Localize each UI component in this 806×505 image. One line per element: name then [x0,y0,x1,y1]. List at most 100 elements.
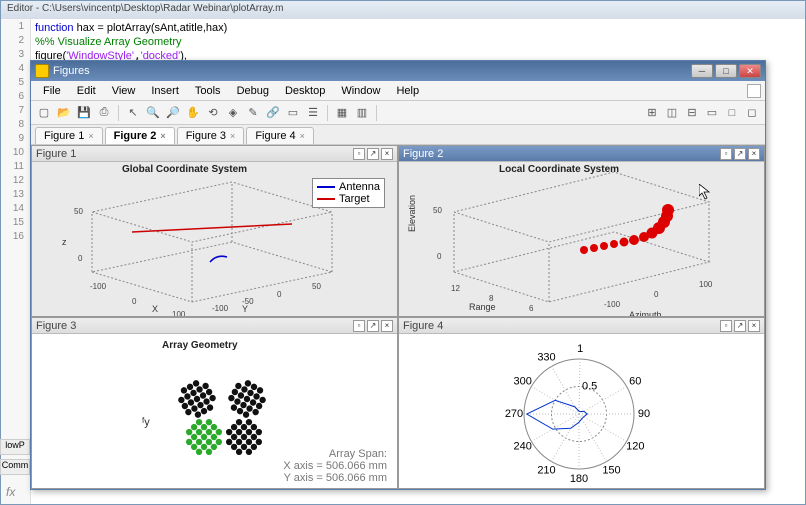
svg-text:180: 180 [570,473,588,485]
minall-icon[interactable]: ▭ [703,104,721,122]
line-number: 15 [1,217,30,231]
line-number: 7 [1,105,30,119]
grid1-icon[interactable]: ▦ [333,104,351,122]
line-number: 11 [1,161,30,175]
editor-gutter: 12345678910111213141516 [1,19,31,504]
tab-label: Figure 1 [44,130,84,142]
figure1-pane: Figure 1 ▫ ↗ × Global Coordinate System [31,145,398,317]
tab-label: Figure 2 [114,130,157,142]
command-window-tab[interactable]: Comm [0,459,30,475]
figure3-pane: Figure 3 ▫ ↗ × Array Geometry fy Array S… [31,317,398,489]
figures-titlebar[interactable]: Figures ─ □ ✕ [31,61,765,81]
zoom-in-icon[interactable]: 🔍 [144,104,162,122]
array-span-info: Array Span: X axis = 506.066 mm Y axis =… [283,448,387,484]
figure3-undock-button[interactable]: ↗ [367,320,379,332]
figure1-xlabel: X [152,304,158,314]
figure2-min-button[interactable]: ▫ [720,148,732,160]
tab-close-icon[interactable]: × [230,131,235,141]
link-icon[interactable]: 🔗 [264,104,282,122]
tile2x2-icon[interactable]: ⊞ [643,104,661,122]
menu-desktop[interactable]: Desktop [277,83,333,99]
figure3-min-button[interactable]: ▫ [353,320,365,332]
save-icon[interactable]: 💾 [75,104,93,122]
minimize-button[interactable]: ─ [691,64,713,78]
figure2-ylabel: Azimuth [629,310,662,316]
figures-window: Figures ─ □ ✕ FileEditViewInsertToolsDeb… [30,60,766,490]
pan-icon[interactable]: ✋ [184,104,202,122]
tab-figure3[interactable]: Figure 3 × [177,127,245,144]
low-panel-tab[interactable]: lowP [0,439,30,455]
svg-text:270: 270 [505,408,523,420]
svg-text:120: 120 [626,441,644,453]
fx-prompt[interactable]: fx [6,485,15,499]
figure3-axes-area[interactable]: Array Geometry fy Array Span: X axis = 5… [32,334,397,488]
svg-text:330: 330 [537,352,555,364]
figure4-titlebar[interactable]: Figure 4 ▫ ↗ × [399,318,764,334]
figure1-min-button[interactable]: ▫ [353,148,365,160]
close-button[interactable]: ✕ [739,64,761,78]
legend-target: Target [339,193,370,205]
line-number: 13 [1,189,30,203]
menu-window[interactable]: Window [333,83,388,99]
figure2-axes-area[interactable]: Local Coordinate System [399,162,764,316]
menu-debug[interactable]: Debug [229,83,277,99]
open-icon[interactable]: 📂 [55,104,73,122]
pointer-icon[interactable]: ↖ [124,104,142,122]
rotate-icon[interactable]: ⟲ [204,104,222,122]
tab-close-icon[interactable]: × [160,131,165,141]
line-number: 5 [1,77,30,91]
figure3-title-label: Figure 3 [36,320,351,332]
figure4-axes-area[interactable]: 160901201501802102402703003300.5 [399,334,764,488]
figure-grid: Figure 1 ▫ ↗ × Global Coordinate System [31,145,765,489]
menu-insert[interactable]: Insert [143,83,187,99]
figure1-zlabel: z [62,237,67,247]
figure3-titlebar[interactable]: Figure 3 ▫ ↗ × [32,318,397,334]
figure1-close-button[interactable]: × [381,148,393,160]
figure4-pane: Figure 4 ▫ ↗ × 1609012015018021024027030… [398,317,765,489]
legend-antenna: Antenna [339,181,380,193]
colorbar-icon[interactable]: ▭ [284,104,302,122]
figure4-close-button[interactable]: × [748,320,760,332]
tab-label: Figure 3 [186,130,226,142]
maxall-icon[interactable]: □ [723,104,741,122]
undock-icon[interactable] [747,84,761,98]
figure2-undock-button[interactable]: ↗ [734,148,746,160]
brush-icon[interactable]: ✎ [244,104,262,122]
menu-edit[interactable]: Edit [69,83,104,99]
print-icon[interactable]: ⎙ [95,104,113,122]
figure1-undock-button[interactable]: ↗ [367,148,379,160]
figure2-xlabel: Range [469,302,496,312]
datacursor-icon[interactable]: ◈ [224,104,242,122]
figure2-pane: Figure 2 ▫ ↗ × Local Coordinate System [398,145,765,317]
figure2-close-button[interactable]: × [748,148,760,160]
menu-view[interactable]: View [104,83,144,99]
figure1-axes-area[interactable]: Global Coordinate System [32,162,397,316]
svg-text:240: 240 [514,441,532,453]
tab-figure1[interactable]: Figure 1 × [35,127,103,144]
legend-icon[interactable]: ☰ [304,104,322,122]
new-icon[interactable]: ▢ [35,104,53,122]
menu-file[interactable]: File [35,83,69,99]
zoom-out-icon[interactable]: 🔎 [164,104,182,122]
grid2-icon[interactable]: ▥ [353,104,371,122]
tab-close-icon[interactable]: × [88,131,93,141]
figure1-legend[interactable]: Antenna Target [312,178,385,208]
maximize-button[interactable]: □ [715,64,737,78]
tab-figure2[interactable]: Figure 2× [105,127,175,144]
tab-close-icon[interactable]: × [300,131,305,141]
figure2-titlebar[interactable]: Figure 2 ▫ ↗ × [399,146,764,162]
menu-help[interactable]: Help [388,83,427,99]
figure-tabs: Figure 1×Figure 2×Figure 3×Figure 4× [31,125,765,145]
figure4-min-button[interactable]: ▫ [720,320,732,332]
line-number: 9 [1,133,30,147]
line-number: 8 [1,119,30,133]
figure3-close-button[interactable]: × [381,320,393,332]
line-number: 1 [1,21,30,35]
float-icon[interactable]: ◻ [743,104,761,122]
tile1x2-icon[interactable]: ◫ [663,104,681,122]
figure1-titlebar[interactable]: Figure 1 ▫ ↗ × [32,146,397,162]
figure4-undock-button[interactable]: ↗ [734,320,746,332]
tab-figure4[interactable]: Figure 4× [246,127,314,144]
menu-tools[interactable]: Tools [187,83,229,99]
tile2x1-icon[interactable]: ⊟ [683,104,701,122]
